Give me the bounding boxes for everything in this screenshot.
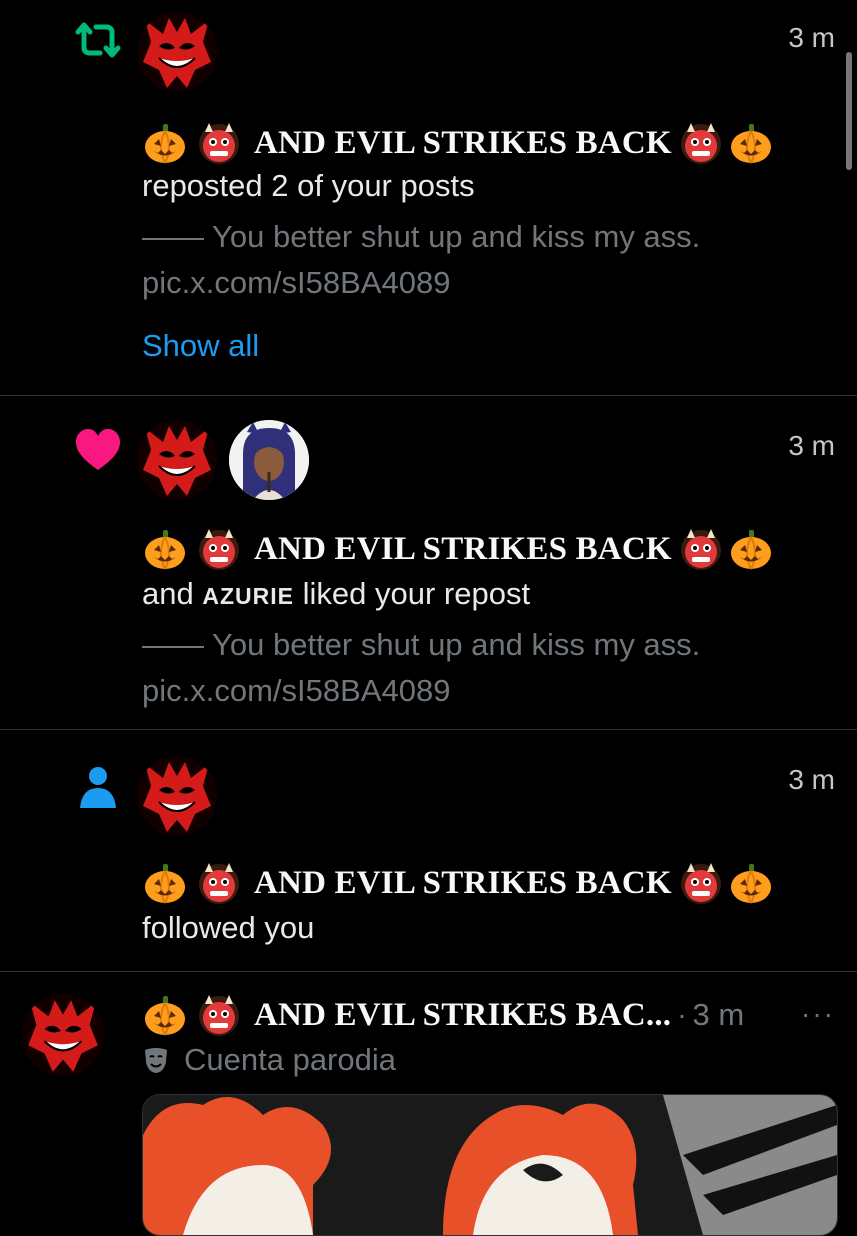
quoted-text: —— You better shut up and kiss my ass. [142, 627, 701, 662]
display-name-line[interactable]: AND EVIL STRIKES BACK [142, 858, 782, 908]
timestamp[interactable]: 3 m [693, 997, 745, 1033]
action-prefix: and [142, 576, 194, 611]
avatar-devil[interactable] [137, 756, 217, 836]
action-text: followed you [142, 910, 315, 945]
pumpkin-icon [142, 120, 188, 166]
display-name-line[interactable]: AND EVIL STRIKES BACK [142, 118, 782, 168]
theater-mask-icon [142, 1046, 170, 1074]
ogre-mask-icon [196, 860, 242, 906]
display-name[interactable]: AND EVIL STRIKES BACK [254, 125, 672, 162]
other-user-name[interactable]: AZURIE [202, 583, 294, 609]
avatar-azurie[interactable] [229, 420, 309, 500]
display-name[interactable]: AND EVIL STRIKES BAC... [254, 997, 671, 1034]
more-options-icon[interactable]: ··· [801, 998, 835, 1030]
separator: · [677, 999, 687, 1030]
quoted-link[interactable]: pic.x.com/sI58BA4089 [142, 668, 450, 714]
notification-like[interactable]: 3 m AND EVIL STRIKES BACK and AZURIE lik… [0, 396, 857, 730]
quoted-text: —— You better shut up and kiss my ass. [142, 219, 701, 254]
avatar-devil[interactable] [137, 12, 217, 92]
action-text: reposted 2 of your posts [142, 168, 475, 203]
pumpkin-icon [728, 526, 774, 572]
heart-icon [72, 424, 124, 476]
avatar-devil[interactable] [137, 420, 217, 500]
ogre-mask-icon [196, 526, 242, 572]
pumpkin-icon [728, 860, 774, 906]
ogre-mask-icon [196, 120, 242, 166]
display-name[interactable]: AND EVIL STRIKES BACK [254, 865, 672, 902]
ogre-mask-icon [678, 526, 724, 572]
timestamp: 3 m [788, 22, 835, 53]
timestamp: 3 m [788, 764, 835, 795]
notification-follow[interactable]: 3 m AND EVIL STRIKES BACK followed you [0, 730, 857, 972]
quoted-link[interactable]: pic.x.com/sI58BA4089 [142, 260, 450, 306]
parody-label-text: Cuenta parodia [184, 1042, 396, 1077]
display-name[interactable]: AND EVIL STRIKES BACK [254, 531, 672, 568]
pumpkin-icon [728, 120, 774, 166]
pumpkin-icon [142, 992, 188, 1038]
pumpkin-icon [142, 526, 188, 572]
action-text: and AZURIE liked your repost [142, 576, 530, 612]
display-name-line[interactable]: AND EVIL STRIKES BACK [142, 524, 782, 574]
action-suffix: liked your repost [302, 576, 531, 611]
post-header: AND EVIL STRIKES BAC... · 3 m [142, 990, 744, 1040]
ogre-mask-icon [678, 120, 724, 166]
ogre-mask-icon [196, 992, 242, 1038]
post[interactable]: AND EVIL STRIKES BAC... · 3 m ··· Cuenta… [0, 972, 857, 1236]
person-icon [72, 762, 124, 814]
post-media[interactable] [142, 1094, 838, 1236]
pumpkin-icon [142, 860, 188, 906]
timestamp: 3 m [788, 430, 835, 461]
show-all-link[interactable]: Show all [142, 328, 259, 364]
notification-repost[interactable]: 3 m AND EVIL STRIKES BACK reposted 2 of … [0, 0, 857, 396]
repost-icon [72, 14, 124, 66]
parody-label: Cuenta parodia [142, 1042, 396, 1078]
avatar-devil[interactable] [22, 994, 104, 1076]
ogre-mask-icon [678, 860, 724, 906]
